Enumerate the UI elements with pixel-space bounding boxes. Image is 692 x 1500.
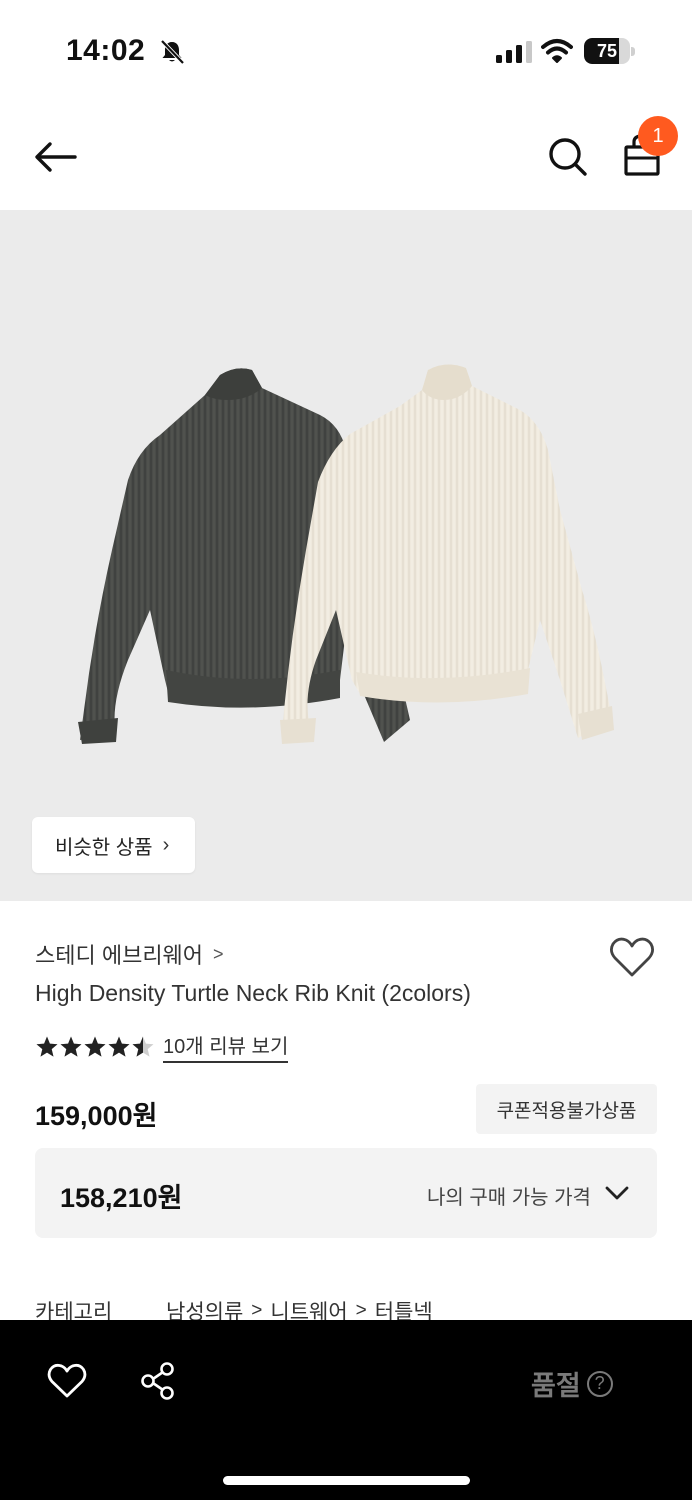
chevron-right-icon: › [162,833,170,856]
brand-name: 스테디 에브리웨어 [35,943,204,968]
star-full-icon [84,1036,106,1057]
status-bar: 14:02 75 [0,0,692,100]
brand-link[interactable]: 스테디 에브리웨어 > [35,938,224,970]
breadcrumb-separator: > [251,1300,263,1321]
my-price-value: 158,210원 [60,1183,183,1213]
heart-outline-icon[interactable] [608,935,656,979]
heart-outline-icon[interactable] [46,1362,88,1400]
search-icon[interactable] [543,132,593,182]
status-time: 14:02 [66,34,146,67]
home-indicator[interactable] [223,1476,470,1485]
battery-level-text: 75 [596,41,618,61]
product-image[interactable]: 비슷한 상품 › [0,210,692,901]
battery-indicator: 75 [584,38,636,64]
star-full-icon [108,1036,130,1057]
back-arrow-icon[interactable] [30,132,80,182]
cellular-signal-icon [496,41,532,63]
chevron-right-icon: > [213,943,224,964]
battery-body: 75 [584,38,630,64]
sold-out-label: 품절 [531,1371,581,1401]
star-full-icon [36,1036,58,1057]
my-price-dropdown[interactable]: 158,210원 나의 구매 가능 가격 [35,1148,657,1238]
breadcrumb-separator: > [355,1300,367,1321]
bell-muted-icon [160,39,185,65]
review-link[interactable]: 10개 리뷰 보기 [163,1030,289,1063]
rating-row: 10개 리뷰 보기 [35,1030,289,1063]
product-price: 159,000원 [35,1101,158,1131]
help-icon[interactable]: ? [586,1370,613,1397]
share-icon[interactable] [138,1360,178,1402]
star-half-icon [132,1036,154,1057]
star-full-icon [60,1036,82,1057]
bottom-action-bar: 품절 ? [0,1320,692,1500]
cart-count-badge: 1 [638,116,678,156]
wifi-icon [541,39,573,63]
similar-products-button[interactable]: 비슷한 상품 › [32,817,195,873]
similar-products-label: 비슷한 상품 [55,836,153,859]
coupon-badge: 쿠폰적용불가상품 [476,1084,657,1134]
product-title: High Density Turtle Neck Rib Knit (2colo… [35,980,471,1006]
star-rating [35,1035,155,1059]
chevron-down-icon [605,1186,629,1200]
top-navigation [0,100,692,210]
sold-out-status: 품절 ? [531,1364,613,1403]
sweater-illustration [78,364,614,744]
battery-tip [631,47,635,56]
my-price-label: 나의 구매 가능 가격 [427,1187,591,1209]
